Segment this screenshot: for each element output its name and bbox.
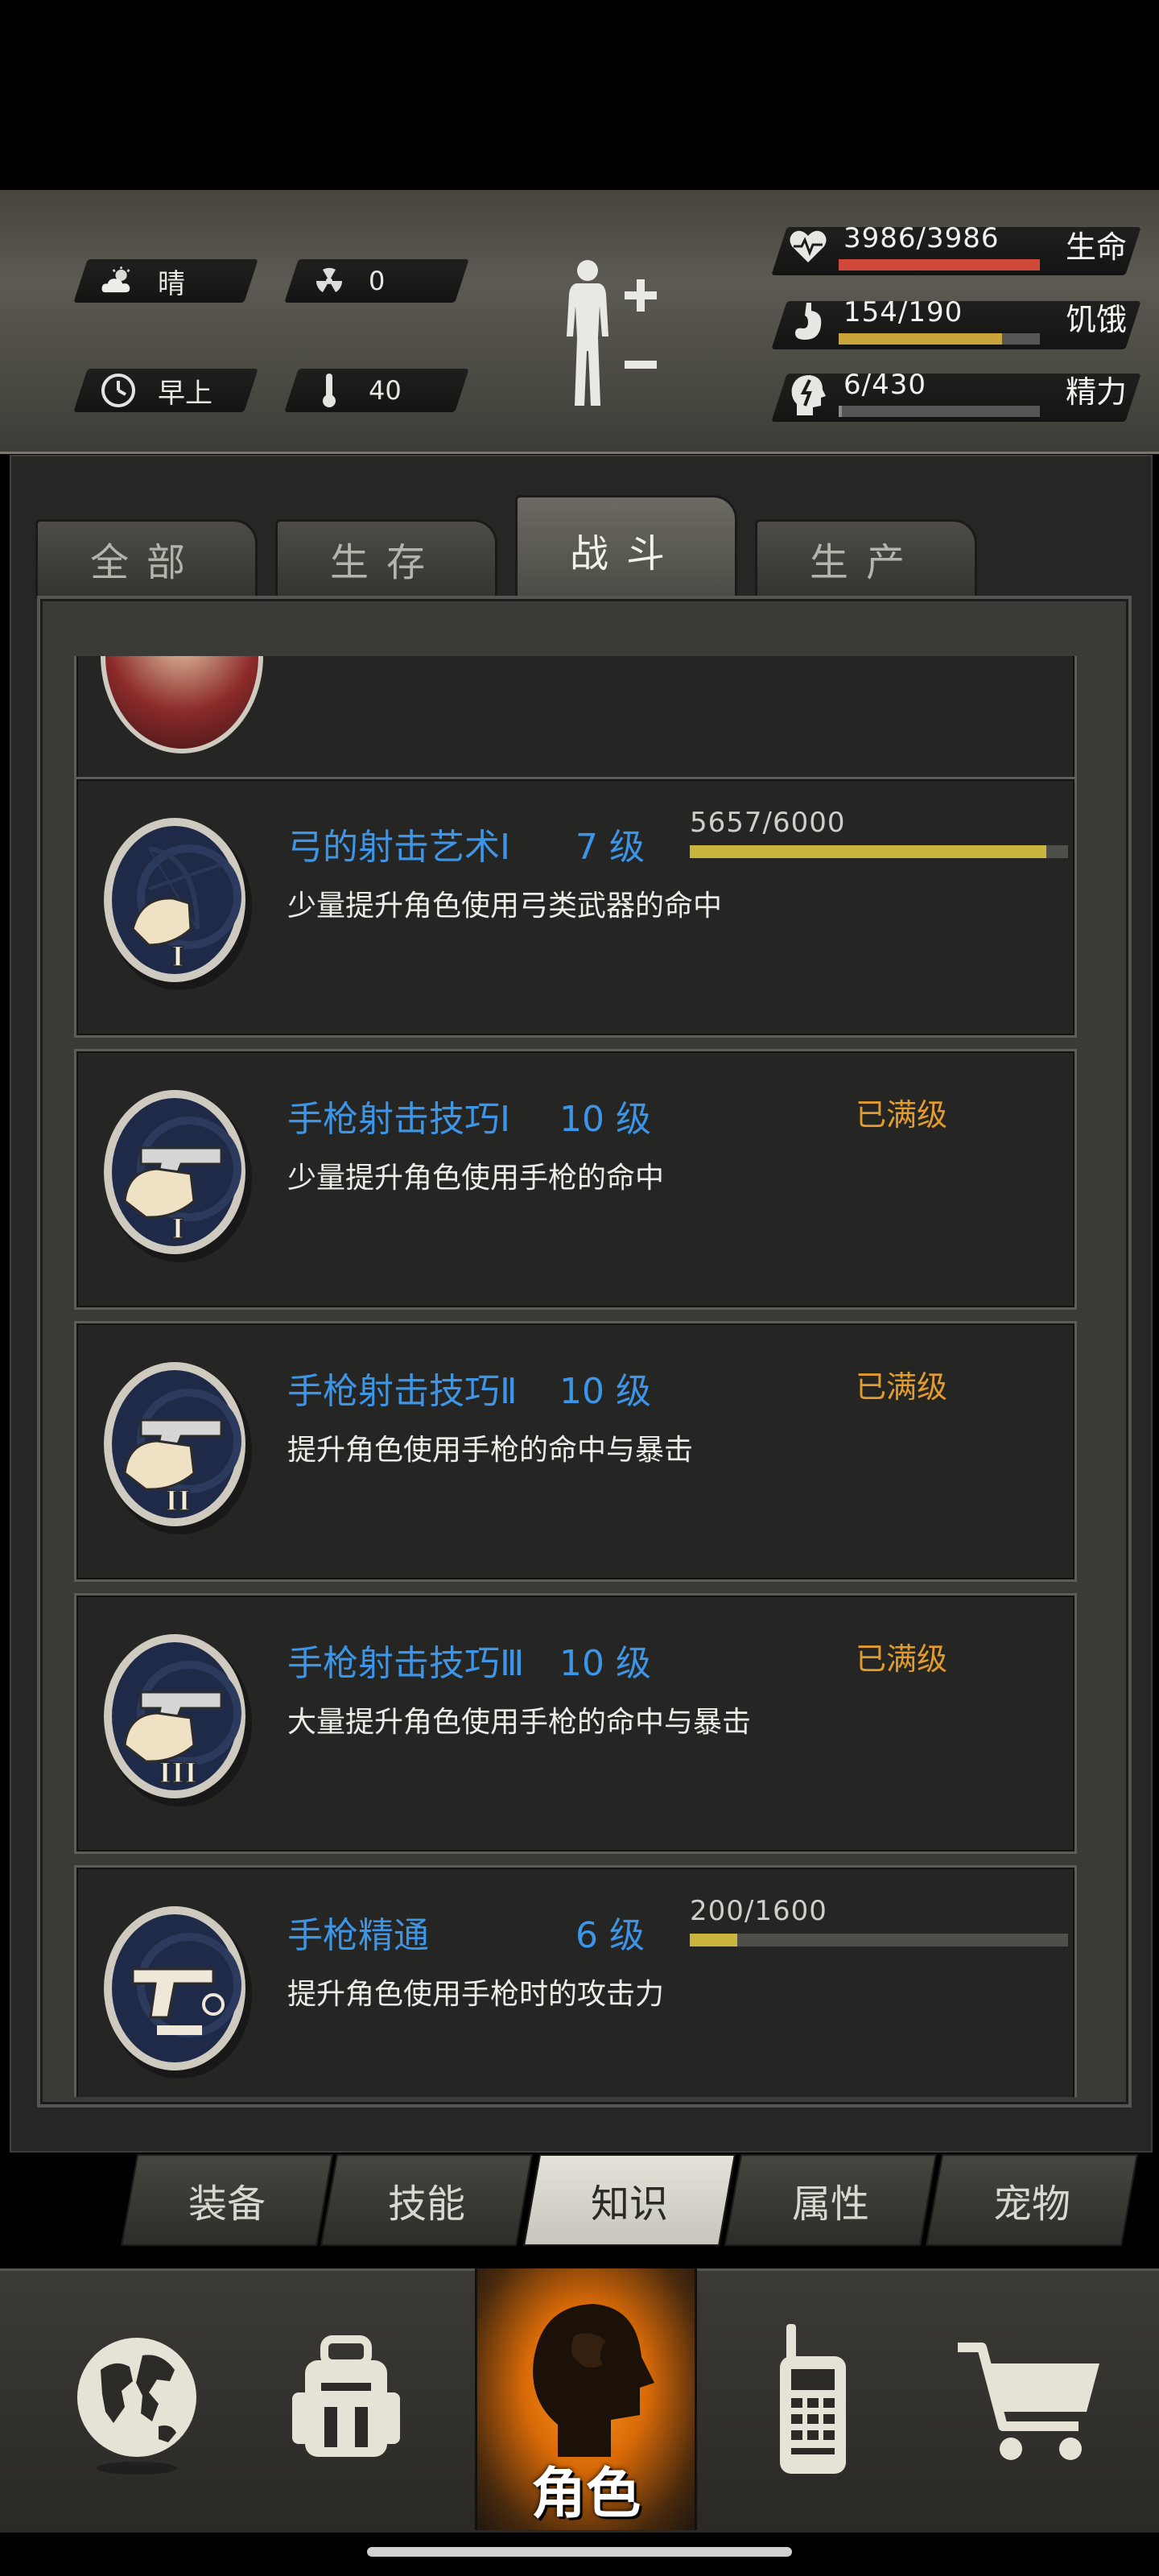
globe-icon [77, 2337, 196, 2475]
skill-name: 弓的射击艺术Ⅰ [287, 827, 510, 868]
temperature-indicator[interactable]: 40 [284, 369, 469, 412]
skill-level: 6 级 [575, 1915, 645, 1956]
skill-description: 提升角色使用手枪时的攻击力 [287, 1978, 665, 2011]
list-item-partial[interactable] [74, 656, 1077, 788]
svg-text:I: I [171, 941, 184, 973]
tab-all[interactable]: 全部 [35, 519, 258, 598]
cart-icon [958, 2342, 1099, 2460]
skill-level: 10 级 [559, 1371, 651, 1412]
skill-description: 少量提升角色使用手枪的命中 [287, 1162, 665, 1195]
walkie-talkie-icon [780, 2323, 846, 2474]
weather-indicator[interactable]: 晴 [73, 259, 258, 303]
skill-level: 7 级 [575, 827, 645, 868]
subtab-skills[interactable]: 技能 [320, 2154, 534, 2246]
skill-description: 提升角色使用手枪的命中与暴击 [287, 1434, 694, 1467]
subtab-knowledge[interactable]: 知识 [522, 2154, 736, 2246]
list-item[interactable]: 手枪精通 6 级 200/1600 提升角色使用手枪时的攻击力 [74, 1865, 1077, 2097]
subtab-attributes[interactable]: 属性 [724, 2154, 938, 2246]
weather-label: 晴 [158, 267, 185, 300]
skill-icon [101, 656, 263, 753]
list-item[interactable]: III 手枪射击技巧Ⅲ 10 级 已满级 大量提升角色使用手枪的命中与暴击 [74, 1593, 1077, 1854]
max-level-badge: 已满级 [856, 1369, 948, 1405]
radiation-value: 0 [369, 266, 386, 296]
health-value: 3986/3986 [843, 222, 1000, 254]
skill-list[interactable]: I 弓的射击艺术Ⅰ 7 级 5657/6000 少量提升角色使用弓类武器的命中 … [61, 656, 1083, 2097]
subtab-pets[interactable]: 宠物 [925, 2154, 1139, 2246]
max-level-badge: 已满级 [856, 1641, 948, 1677]
cloud-sun-icon [100, 262, 137, 299]
list-item[interactable]: II 手枪射击技巧Ⅱ 10 级 已满级 提升角色使用手枪的命中与暴击 [74, 1321, 1077, 1582]
skill-progress-bar [690, 845, 1068, 858]
stomach-icon [790, 301, 826, 348]
energy-label: 精力 [1066, 374, 1128, 410]
energy-bar [839, 406, 1040, 417]
nav-shop[interactable] [926, 2268, 1135, 2530]
hunger-label: 饥饿 [1066, 302, 1128, 337]
backpack-icon [292, 2334, 400, 2457]
heart-icon [787, 225, 829, 270]
tab-production[interactable]: 生产 [755, 519, 977, 598]
skill-progress-bar [690, 1934, 1068, 1946]
nav-character-label: 角色 [530, 2462, 641, 2526]
pistol-skill-icon: III [101, 1624, 254, 1810]
subtab-equipment[interactable]: 装备 [120, 2154, 334, 2246]
list-item[interactable]: I 弓的射击艺术Ⅰ 7 级 5657/6000 少量提升角色使用弓类武器的命中 [74, 777, 1077, 1038]
skill-xp: 200/1600 [690, 1895, 827, 1927]
skill-level: 10 级 [559, 1099, 651, 1140]
temperature-value: 40 [369, 375, 402, 406]
hunger-value: 154/190 [843, 296, 963, 328]
skill-description: 少量提升角色使用弓类武器的命中 [287, 890, 723, 923]
health-bar [839, 259, 1040, 270]
energy-value: 6/430 [843, 369, 926, 401]
health-label: 生命 [1066, 229, 1128, 265]
skill-level: 10 级 [559, 1643, 651, 1684]
pistol-mastery-icon [101, 1897, 254, 2082]
time-indicator[interactable]: 早上 [73, 369, 258, 412]
pistol-skill-icon: I [101, 1080, 254, 1265]
radiation-icon [311, 262, 348, 299]
character-head-icon [533, 2304, 654, 2457]
skill-name: 手枪射击技巧Ⅰ [287, 1099, 510, 1140]
tab-combat[interactable]: 战斗 [515, 495, 737, 605]
skill-name: 手枪精通 [287, 1915, 429, 1956]
body-figure-icon [567, 260, 657, 406]
status-hud: 晴 0 早上 40 3986/3986 154/190 6/430 生命 饥饿 … [0, 190, 1159, 454]
tab-survival[interactable]: 生存 [275, 519, 497, 598]
radiation-indicator[interactable]: 0 [284, 259, 469, 303]
time-label: 早上 [158, 377, 212, 410]
skill-name: 手枪射击技巧Ⅱ [287, 1371, 518, 1412]
skill-description: 大量提升角色使用手枪的命中与暴击 [287, 1706, 752, 1739]
svg-text:I: I [171, 1213, 184, 1245]
pistol-skill-icon: II [101, 1352, 254, 1538]
max-level-badge: 已满级 [856, 1097, 948, 1133]
bow-skill-icon: I [101, 808, 254, 993]
skill-xp: 5657/6000 [690, 807, 846, 839]
home-indicator[interactable] [367, 2547, 792, 2557]
thermometer-icon [311, 372, 348, 409]
list-item[interactable]: I 手枪射击技巧Ⅰ 10 级 已满级 少量提升角色使用手枪的命中 [74, 1049, 1077, 1310]
head-energy-icon [789, 372, 826, 420]
nav-backpack[interactable] [241, 2268, 451, 2530]
nav-radio[interactable] [708, 2268, 918, 2530]
nav-world[interactable] [32, 2268, 241, 2530]
svg-text:II: II [165, 1485, 191, 1517]
body-status-button[interactable] [555, 258, 676, 411]
hunger-bar [839, 333, 1040, 345]
svg-text:III: III [159, 1757, 197, 1790]
skill-name: 手枪射击技巧Ⅲ [287, 1643, 525, 1684]
clock-icon [100, 372, 137, 409]
nav-character[interactable]: 角色 [475, 2268, 697, 2530]
